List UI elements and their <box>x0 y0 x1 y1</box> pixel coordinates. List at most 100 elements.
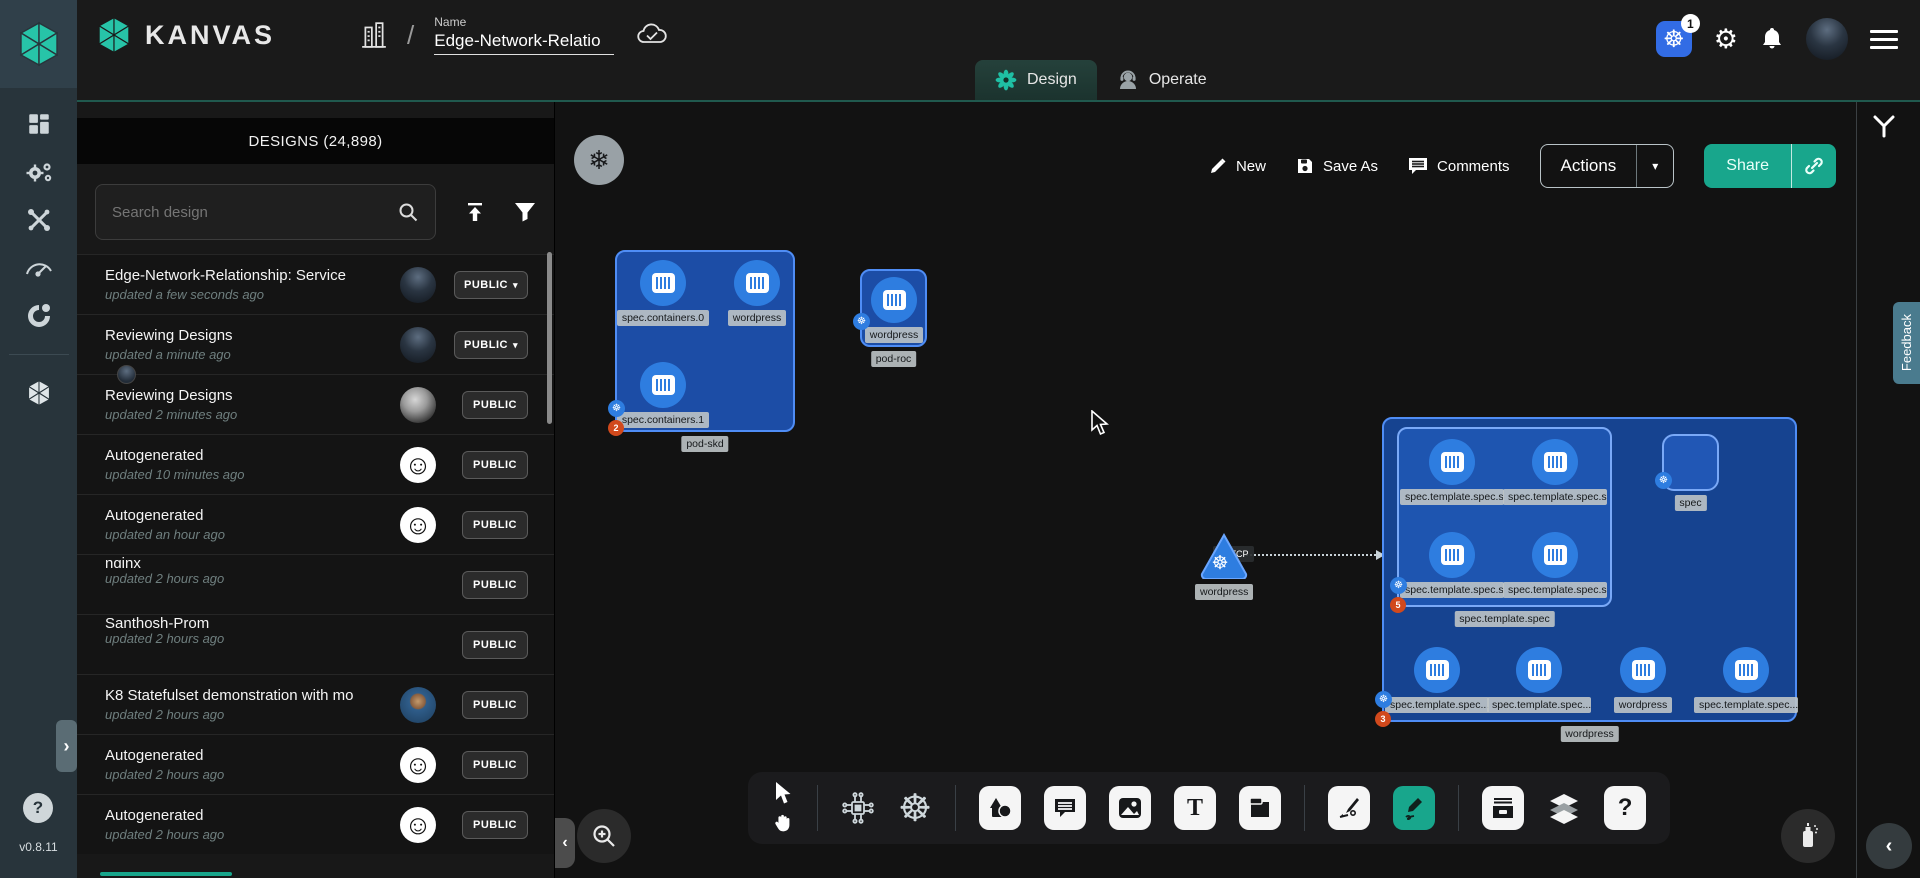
design-row[interactable]: K8 Statefulset demonstration with mo upd… <box>77 674 554 734</box>
components-circuit-icon[interactable] <box>841 791 875 825</box>
design-row[interactable]: Autogenerated updated an hour ago ☺ PUBL… <box>77 494 554 554</box>
design-row[interactable]: Autogenerated updated 2 hours ago ☺ PUBL… <box>77 794 554 854</box>
select-tool-cursor-icon[interactable] <box>773 781 793 805</box>
container-node[interactable]: spec.containers.0 <box>615 260 711 326</box>
actions-split-button[interactable]: Actions ▾ <box>1540 144 1675 188</box>
notifications-bell-icon[interactable] <box>1760 26 1784 52</box>
container-node[interactable]: spec.template.spec.s... <box>1404 532 1500 598</box>
design-name-input[interactable] <box>434 31 614 55</box>
help-icon[interactable]: ? <box>23 793 53 823</box>
visibility-badge[interactable]: PUBLIC ▾ <box>454 331 528 359</box>
design-row[interactable]: Reviewing Designs updated 2 minutes ago … <box>77 374 554 434</box>
visibility-badge[interactable]: PUBLIC <box>462 571 528 599</box>
design-row[interactable]: Santhosh-Prom updated 2 hours ago PUBLIC <box>77 614 554 674</box>
user-avatar[interactable] <box>1806 18 1848 60</box>
error-count-badge[interactable]: 5 <box>1390 597 1406 613</box>
sidebar-item-lifecycle[interactable] <box>15 156 63 188</box>
share-label[interactable]: Share <box>1704 144 1791 188</box>
container-node[interactable]: spec.template.spec... <box>1698 647 1794 713</box>
spec-node[interactable]: ☸ spec <box>1662 434 1719 491</box>
image-tool-button[interactable] <box>1109 786 1151 830</box>
copy-link-icon[interactable] <box>1792 144 1836 188</box>
design-row[interactable]: Autogenerated updated 10 minutes ago ☺ P… <box>77 434 554 494</box>
actions-label[interactable]: Actions <box>1541 145 1637 187</box>
kubernetes-context-chip[interactable]: ☸ 1 <box>1656 21 1692 57</box>
container-node[interactable]: spec.template.spec.s... <box>1507 532 1603 598</box>
container-node[interactable]: wordpress <box>846 277 942 343</box>
actions-caret-icon[interactable]: ▾ <box>1637 145 1673 187</box>
design-row[interactable]: Edge-Network-Relationship: Service updat… <box>77 254 554 314</box>
organization-icon[interactable] <box>361 21 387 49</box>
design-canvas[interactable]: ❄ New Save As <box>555 102 1920 878</box>
merge-fork-icon[interactable] <box>1871 114 1897 138</box>
container-node[interactable]: spec.template.spec... <box>1491 647 1587 713</box>
design-row[interactable]: Reviewing Designs updated a minute ago P… <box>77 314 554 374</box>
zoom-in-button[interactable] <box>577 809 631 863</box>
visibility-badge[interactable]: PUBLIC <box>462 511 528 539</box>
container-node[interactable]: spec.template.spec.s... <box>1404 439 1500 505</box>
comment-tool-button[interactable] <box>1044 786 1086 830</box>
panel-scrollbar[interactable] <box>547 252 552 424</box>
container-node[interactable]: spec.containers.1 <box>615 362 711 428</box>
feedback-tab[interactable]: Feedback <box>1893 302 1920 384</box>
kubernetes-badge-icon[interactable]: ☸ <box>608 400 625 417</box>
panel-collapse-button[interactable]: ‹ <box>555 818 575 868</box>
kanvas-brand[interactable]: KANVAS <box>95 16 275 54</box>
container-node[interactable]: spec.template.spec.s... <box>1507 439 1603 505</box>
sidebar-item-performance[interactable] <box>15 252 63 284</box>
layers-button[interactable] <box>1547 792 1581 824</box>
design-row[interactable]: nginx updated 2 hours ago PUBLIC <box>77 554 554 614</box>
shapes-tool-button[interactable] <box>979 786 1021 830</box>
error-count-badge[interactable]: 2 <box>608 420 624 436</box>
pod-roc-group[interactable]: wordpress ☸ pod-roc <box>860 269 927 347</box>
import-design-icon[interactable] <box>464 201 486 223</box>
sidebar-item-kanvas[interactable] <box>15 377 63 409</box>
sidebar-expand-button[interactable]: › <box>56 720 77 772</box>
visibility-badge[interactable]: PUBLIC ▾ <box>454 271 528 299</box>
text-tool-button[interactable]: T <box>1174 786 1216 830</box>
visibility-badge[interactable]: PUBLIC <box>462 691 528 719</box>
kubernetes-tool-icon[interactable]: ☸ <box>898 786 932 831</box>
sidebar-item-dashboard[interactable] <box>15 108 63 140</box>
visibility-badge[interactable]: PUBLIC <box>462 451 528 479</box>
visibility-badge[interactable]: PUBLIC <box>462 631 528 659</box>
container-node[interactable]: spec.template.spec... <box>1389 647 1485 713</box>
filter-icon[interactable] <box>514 202 536 222</box>
meshery-logo-tile[interactable] <box>0 0 77 88</box>
settings-gear-icon[interactable]: ⚙ <box>1714 24 1738 55</box>
deployment-group[interactable]: spec.template.spec.s... spec.template.sp… <box>1382 417 1797 722</box>
kubernetes-badge-icon[interactable]: ☸ <box>853 313 870 330</box>
visibility-badge[interactable]: PUBLIC <box>462 391 528 419</box>
save-as-button[interactable]: Save As <box>1296 157 1378 175</box>
whiteboard-spray-button[interactable] <box>1781 809 1835 863</box>
service-node[interactable]: ☸ wordpress <box>1195 532 1253 600</box>
component-drawer-button[interactable] <box>1482 786 1524 830</box>
kubernetes-badge-icon[interactable]: ☸ <box>1655 472 1672 489</box>
sidebar-item-configuration[interactable] <box>15 204 63 236</box>
container-node[interactable]: wordpress <box>709 260 805 326</box>
kubernetes-badge-icon[interactable]: ☸ <box>1390 577 1407 594</box>
pod-skd-group[interactable]: spec.containers.0 wordpress spec.contain… <box>615 250 795 432</box>
tab-design[interactable]: Design <box>975 60 1097 100</box>
search-icon[interactable] <box>397 201 419 223</box>
toolbar-help-button[interactable]: ? <box>1604 786 1646 830</box>
pod-template-group[interactable]: spec.template.spec.s... spec.template.sp… <box>1397 427 1612 607</box>
canvas-menu-button[interactable]: ❄ <box>574 135 624 185</box>
menu-hamburger-icon[interactable] <box>1870 30 1898 49</box>
freehand-draw-tool-button[interactable] <box>1393 786 1435 830</box>
pen-tool-button[interactable] <box>1328 786 1370 830</box>
container-node[interactable]: wordpress <box>1595 647 1691 713</box>
visibility-badge[interactable]: PUBLIC <box>462 751 528 779</box>
comments-button[interactable]: Comments <box>1408 157 1510 175</box>
sidebar-item-extensions[interactable] <box>15 300 63 332</box>
error-count-badge[interactable]: 3 <box>1375 711 1391 727</box>
kubernetes-badge-icon[interactable]: ☸ <box>1375 691 1392 708</box>
tab-operate[interactable]: Operate <box>1097 60 1227 100</box>
design-search-input[interactable] <box>112 204 397 221</box>
share-split-button[interactable]: Share <box>1704 144 1836 188</box>
note-tool-button[interactable] <box>1239 786 1281 830</box>
pan-tool-hand-icon[interactable] <box>772 813 794 835</box>
visibility-badge[interactable]: PUBLIC <box>462 811 528 839</box>
design-row[interactable]: Autogenerated updated 2 hours ago ☺ PUBL… <box>77 734 554 794</box>
dock-collapse-chevron[interactable]: ‹ <box>1866 823 1912 869</box>
